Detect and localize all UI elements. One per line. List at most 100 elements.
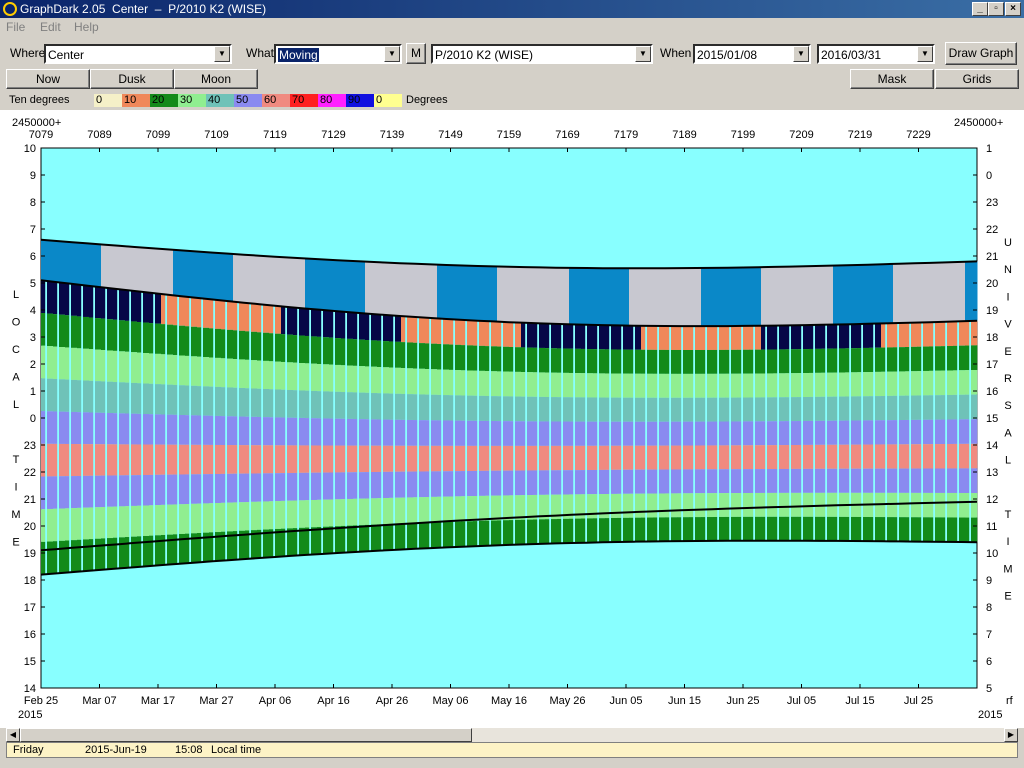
now-button[interactable]: Now (6, 69, 90, 89)
altitude-bar (797, 325, 802, 350)
altitude-bar (323, 364, 330, 392)
maximize-button[interactable]: ▫ (988, 2, 1004, 16)
altitude-bar (305, 418, 310, 446)
ut-axis-letter: N (1004, 264, 1012, 276)
altitude-bar (905, 322, 910, 348)
altitude-bar (581, 421, 586, 446)
altitude-bar (245, 502, 250, 531)
altitude-bar (563, 372, 570, 398)
scroll-left-icon[interactable]: ◀ (6, 728, 20, 742)
menu-file[interactable]: File (6, 20, 25, 34)
where-select[interactable]: Center ▼ (44, 44, 232, 64)
altitude-bar (575, 421, 582, 446)
altitude-bar (971, 493, 978, 518)
altitude-bar (239, 473, 246, 503)
altitude-bar (653, 349, 658, 374)
twilight-bar (689, 268, 696, 327)
altitude-bar (527, 519, 534, 545)
chevron-down-icon[interactable]: ▼ (793, 46, 809, 62)
altitude-bar (461, 345, 466, 371)
altitude-bar (809, 348, 814, 373)
altitude-bar (575, 324, 582, 349)
altitude-bar (155, 323, 162, 354)
altitude-bar (509, 470, 514, 496)
altitude-bar (749, 492, 754, 517)
altitude-bar (911, 492, 918, 518)
altitude-bar (947, 517, 954, 542)
altitude-bar (53, 346, 58, 380)
altitude-bar (329, 526, 334, 554)
object-select[interactable]: P/2010 K2 (WISE) ▼ (431, 44, 653, 64)
altitude-bar (965, 320, 970, 346)
altitude-bar (281, 334, 286, 362)
altitude-bar (605, 349, 610, 374)
altitude-bar (689, 493, 694, 518)
altitude-bar (875, 517, 882, 542)
moon-button[interactable]: Moon (174, 69, 258, 89)
altitude-bar (671, 469, 678, 494)
altitude-bar (959, 321, 966, 346)
altitude-bar (947, 321, 954, 346)
altitude-bar (251, 331, 258, 361)
minimize-button[interactable]: _ (972, 2, 988, 16)
altitude-bar (155, 535, 162, 566)
altitude-bar (371, 419, 378, 446)
horizontal-scrollbar[interactable]: ◀ ▶ (6, 728, 1018, 742)
altitude-bar (131, 321, 138, 353)
altitude-bar (953, 321, 958, 346)
altitude-bar (239, 387, 246, 417)
close-button[interactable]: × (1005, 2, 1021, 16)
chevron-down-icon[interactable]: ▼ (384, 46, 400, 62)
altitude-bar (551, 445, 558, 471)
grids-button[interactable]: Grids (935, 69, 1019, 89)
altitude-bar (395, 367, 402, 394)
altitude-bar (65, 540, 70, 573)
chevron-down-icon[interactable]: ▼ (917, 46, 933, 62)
altitude-bar (125, 290, 130, 321)
start-date-select[interactable]: 2015/01/08 ▼ (693, 44, 811, 64)
scroll-right-icon[interactable]: ▶ (1004, 728, 1018, 742)
altitude-bar (563, 518, 570, 544)
scroll-thumb[interactable] (20, 728, 472, 742)
dusk-button[interactable]: Dusk (90, 69, 174, 89)
draw-graph-button[interactable]: Draw Graph (945, 42, 1017, 65)
legend-swatch: 60 (262, 94, 290, 107)
twilight-bar (401, 263, 408, 317)
altitude-bar (695, 469, 702, 494)
what-select[interactable]: Moving ▼ (274, 44, 402, 64)
altitude-bar (59, 379, 66, 412)
m-button[interactable]: M (406, 43, 426, 64)
altitude-bar (437, 394, 442, 421)
altitude-bar (587, 397, 594, 422)
altitude-bar (893, 323, 898, 348)
altitude-bar (371, 445, 378, 473)
twilight-bar (893, 263, 900, 324)
altitude-bar (545, 348, 550, 373)
menu-edit[interactable]: Edit (40, 20, 61, 34)
altitude-bar (587, 349, 594, 374)
chevron-down-icon[interactable]: ▼ (635, 46, 651, 62)
altitude-bar (911, 322, 918, 347)
altitude-bar (311, 363, 318, 391)
menu-help[interactable]: Help (74, 20, 99, 34)
altitude-bar (629, 469, 634, 494)
altitude-bar (509, 520, 514, 545)
twilight-bar (863, 264, 870, 324)
altitude-bar (833, 420, 838, 445)
altitude-bar (629, 397, 634, 422)
mask-button[interactable]: Mask (850, 69, 934, 89)
ut-hour-label: 21 (986, 251, 998, 263)
altitude-bar (671, 373, 678, 398)
altitude-bar (179, 474, 186, 505)
year-left: 2015 (18, 709, 42, 721)
altitude-bar (743, 421, 750, 446)
altitude-bar (569, 445, 574, 471)
altitude-bar (971, 443, 978, 469)
altitude-bar (161, 354, 166, 385)
altitude-bar (617, 373, 622, 398)
end-date-select[interactable]: 2016/03/31 ▼ (817, 44, 935, 64)
chevron-down-icon[interactable]: ▼ (214, 46, 230, 62)
altitude-bar (335, 445, 342, 473)
altitude-bar (377, 471, 382, 499)
altitude-bar (221, 502, 226, 532)
